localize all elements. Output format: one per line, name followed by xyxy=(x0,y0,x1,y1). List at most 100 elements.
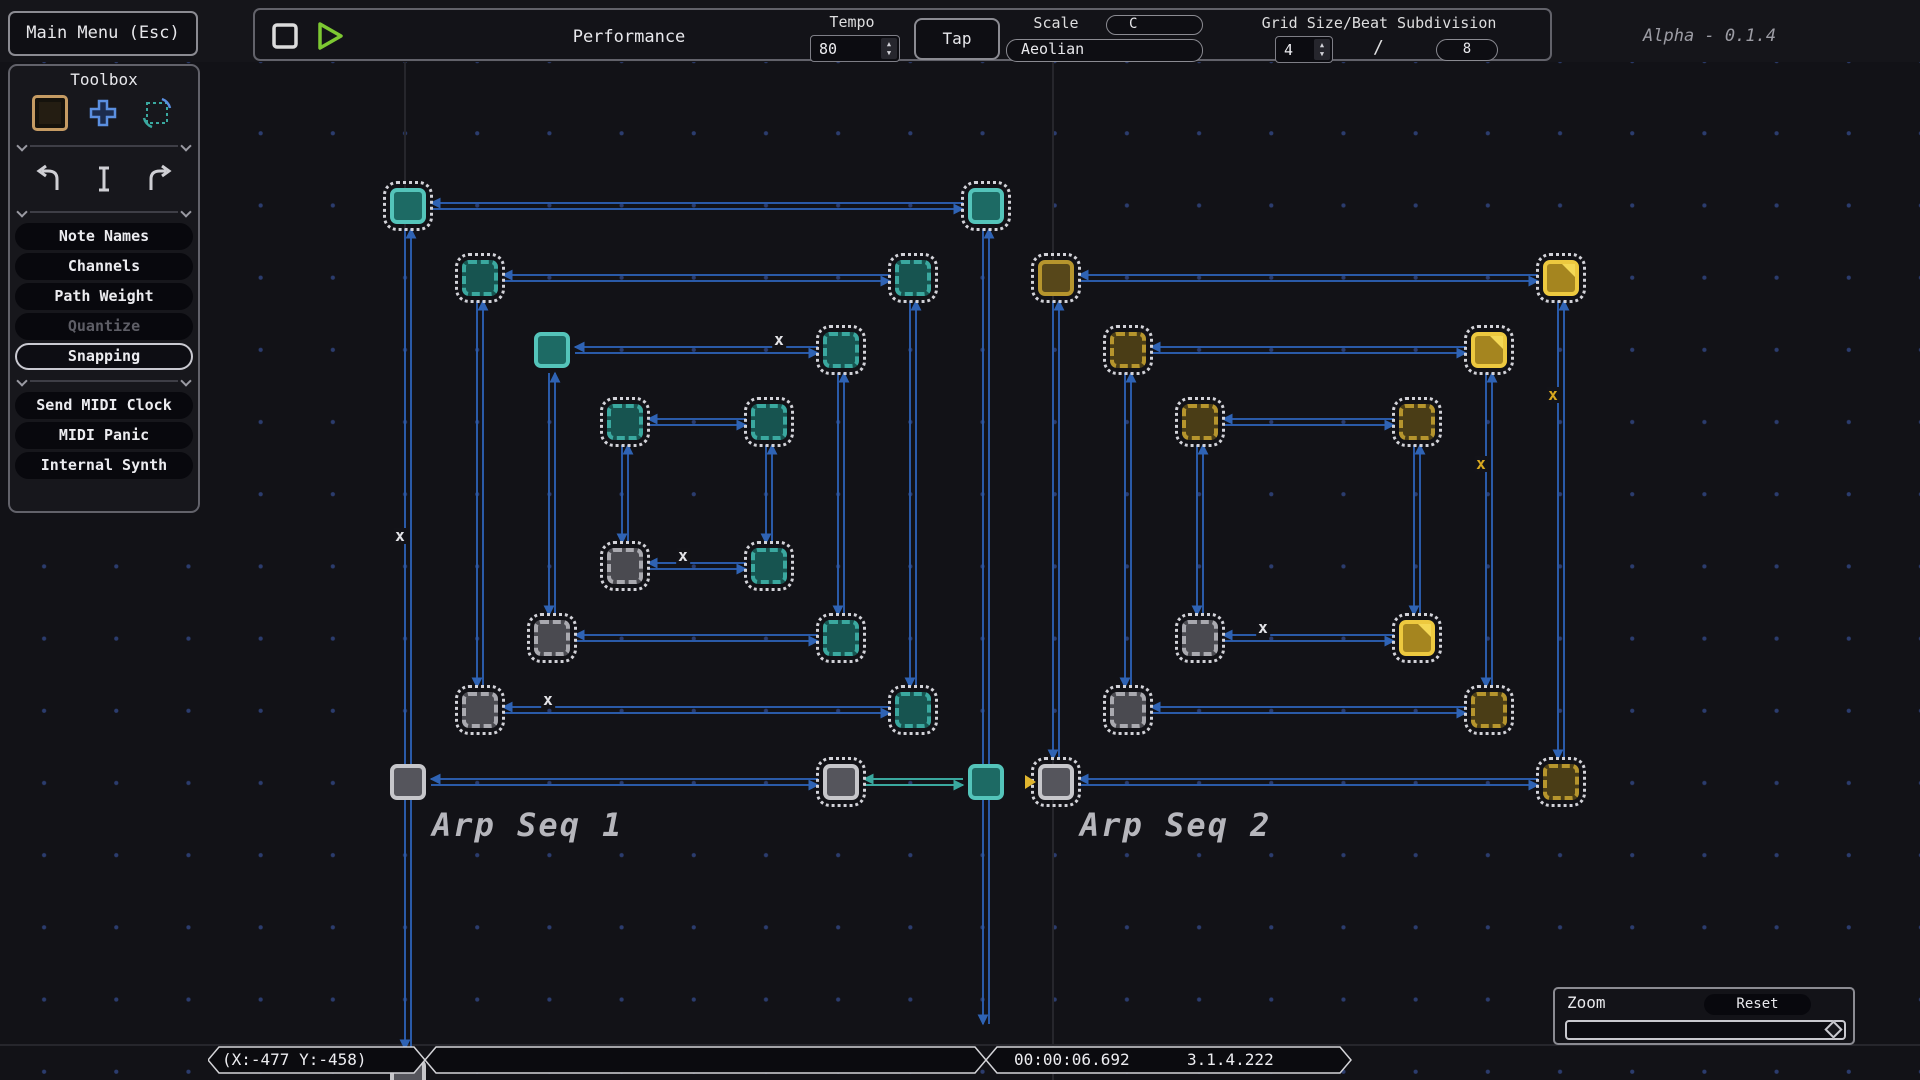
straight-path-tool[interactable] xyxy=(85,160,123,198)
sequencer-node[interactable] xyxy=(823,332,859,368)
path-weight-marker: x xyxy=(541,692,555,708)
sequencer-node[interactable] xyxy=(607,548,643,584)
sequencer-node[interactable] xyxy=(607,404,643,440)
zoom-label: Zoom xyxy=(1567,993,1606,1012)
toolbox-tool-row xyxy=(10,157,198,201)
version-label: Alpha - 0.1.4 xyxy=(1643,26,1776,46)
top-bar: Main Menu (Esc) Performance Tempo ▲ ▼ Ta… xyxy=(0,0,1920,62)
main-menu-button[interactable]: Main Menu (Esc) xyxy=(8,11,198,56)
sequencer-node[interactable] xyxy=(1038,764,1074,800)
transform-tool[interactable] xyxy=(138,94,176,132)
toolbox-button-channels[interactable]: Channels xyxy=(15,253,193,280)
sequencer-node[interactable] xyxy=(1399,620,1435,656)
toolbox-tool-row xyxy=(10,91,198,135)
sequencer-node[interactable] xyxy=(1110,692,1146,728)
toolbox-separator[interactable] xyxy=(10,373,198,389)
scale-root-select[interactable]: C xyxy=(1106,15,1203,35)
sequencer-node[interactable] xyxy=(390,764,426,800)
transport-time: 00:00:06.692 xyxy=(1014,1050,1130,1069)
toolbox-button-internal-synth[interactable]: Internal Synth xyxy=(15,452,193,479)
sequencer-canvas[interactable]: xxxxxxxArp Seq 1Arp Seq 2 xyxy=(0,0,1920,1080)
sequencer-node[interactable] xyxy=(1399,404,1435,440)
sequencer-node[interactable] xyxy=(895,260,931,296)
toolbox-panel: Toolbox xyxy=(8,64,200,513)
transport-position: 3.1.4.222 xyxy=(1187,1050,1274,1069)
chevron-down-icon xyxy=(180,140,191,151)
sequencer-node[interactable] xyxy=(1110,332,1146,368)
stepper-down-icon[interactable]: ▼ xyxy=(1320,50,1324,58)
beat-subdivision-input[interactable]: 8 xyxy=(1436,39,1498,61)
transport-panel: Performance Tempo ▲ ▼ Tap Scale C Aeolia… xyxy=(253,8,1552,61)
separator-line xyxy=(30,211,178,213)
sequencer-node[interactable] xyxy=(390,188,426,224)
sequencer-node[interactable] xyxy=(968,764,1004,800)
tap-button[interactable]: Tap xyxy=(914,18,1000,60)
zoom-reset-button[interactable]: Reset xyxy=(1704,994,1811,1015)
sequencer-node[interactable] xyxy=(534,620,570,656)
sequencer-node[interactable] xyxy=(1471,332,1507,368)
cursor-coordinates: (X:-477 Y:-458) xyxy=(222,1050,367,1069)
stop-icon xyxy=(269,20,301,52)
sequencer-node[interactable] xyxy=(751,404,787,440)
play-icon xyxy=(311,18,347,54)
toolbox-button-midi-panic[interactable]: MIDI Panic xyxy=(15,422,193,449)
sequencer-node[interactable] xyxy=(462,260,498,296)
sequencer-node[interactable] xyxy=(1543,260,1579,296)
sequencer-node[interactable] xyxy=(1471,692,1507,728)
sequence-label: Arp Seq 1 xyxy=(432,806,623,844)
chevron-down-icon xyxy=(180,206,191,217)
toolbox-title: Toolbox xyxy=(10,70,198,89)
grid-size-stepper[interactable]: ▲ ▼ xyxy=(1314,39,1330,60)
play-button[interactable] xyxy=(311,18,347,54)
square-node-tool[interactable] xyxy=(32,95,68,131)
stop-button[interactable] xyxy=(269,20,301,52)
toolbox-separator[interactable] xyxy=(10,204,198,220)
page-title: Performance xyxy=(573,27,686,47)
chevron-down-icon xyxy=(180,375,191,386)
add-node-tool[interactable] xyxy=(84,94,122,132)
toolbox-button-quantize[interactable]: Quantize xyxy=(15,313,193,340)
curve-right-tool[interactable] xyxy=(139,160,177,198)
toolbox-separator[interactable] xyxy=(10,138,198,154)
path-weight-marker: x xyxy=(1546,387,1560,403)
curve-left-tool[interactable] xyxy=(31,160,69,198)
path-weight-marker: x xyxy=(772,332,786,348)
chevron-down-icon xyxy=(16,375,27,386)
grid-separator: / xyxy=(1373,37,1384,58)
zoom-panel: Zoom Reset xyxy=(1553,987,1855,1045)
sequencer-node[interactable] xyxy=(895,692,931,728)
sequencer-node[interactable] xyxy=(823,620,859,656)
connection-layer xyxy=(0,0,1920,1080)
stepper-down-icon[interactable]: ▼ xyxy=(887,49,891,57)
sequencer-node[interactable] xyxy=(823,764,859,800)
tempo-input[interactable]: ▲ ▼ xyxy=(810,35,900,62)
scale-label: Scale xyxy=(1027,14,1085,32)
sequencer-node[interactable] xyxy=(1182,620,1218,656)
zoom-slider-track[interactable] xyxy=(1565,1020,1846,1040)
toolbox-button-snapping[interactable]: Snapping xyxy=(15,343,193,370)
path-weight-marker: x xyxy=(1256,620,1270,636)
straight-path-icon xyxy=(87,162,121,196)
sequencer-node[interactable] xyxy=(534,332,570,368)
stepper-up-icon[interactable]: ▲ xyxy=(887,40,891,48)
sequencer-node[interactable] xyxy=(1543,764,1579,800)
tempo-stepper[interactable]: ▲ ▼ xyxy=(881,38,897,59)
toolbox-button-note-names[interactable]: Note Names xyxy=(15,223,193,250)
toolbox-button-send-midi-clock[interactable]: Send MIDI Clock xyxy=(15,392,193,419)
sequence-label: Arp Seq 2 xyxy=(1080,806,1271,844)
sequencer-node[interactable] xyxy=(1182,404,1218,440)
curve-right-icon xyxy=(141,162,175,196)
sequencer-node[interactable] xyxy=(462,692,498,728)
stepper-up-icon[interactable]: ▲ xyxy=(1320,41,1324,49)
sequencer-node[interactable] xyxy=(1038,260,1074,296)
toolbox-button-path-weight[interactable]: Path Weight xyxy=(15,283,193,310)
grid-size-input[interactable]: ▲ ▼ xyxy=(1275,36,1333,63)
separator-line xyxy=(30,145,178,147)
tempo-label: Tempo xyxy=(829,13,874,31)
sequencer-node[interactable] xyxy=(968,188,1004,224)
chevron-down-icon xyxy=(16,140,27,151)
curve-left-icon xyxy=(33,162,67,196)
scale-mode-select[interactable]: Aeolian xyxy=(1006,39,1203,62)
transform-icon xyxy=(139,95,175,131)
sequencer-node[interactable] xyxy=(751,548,787,584)
